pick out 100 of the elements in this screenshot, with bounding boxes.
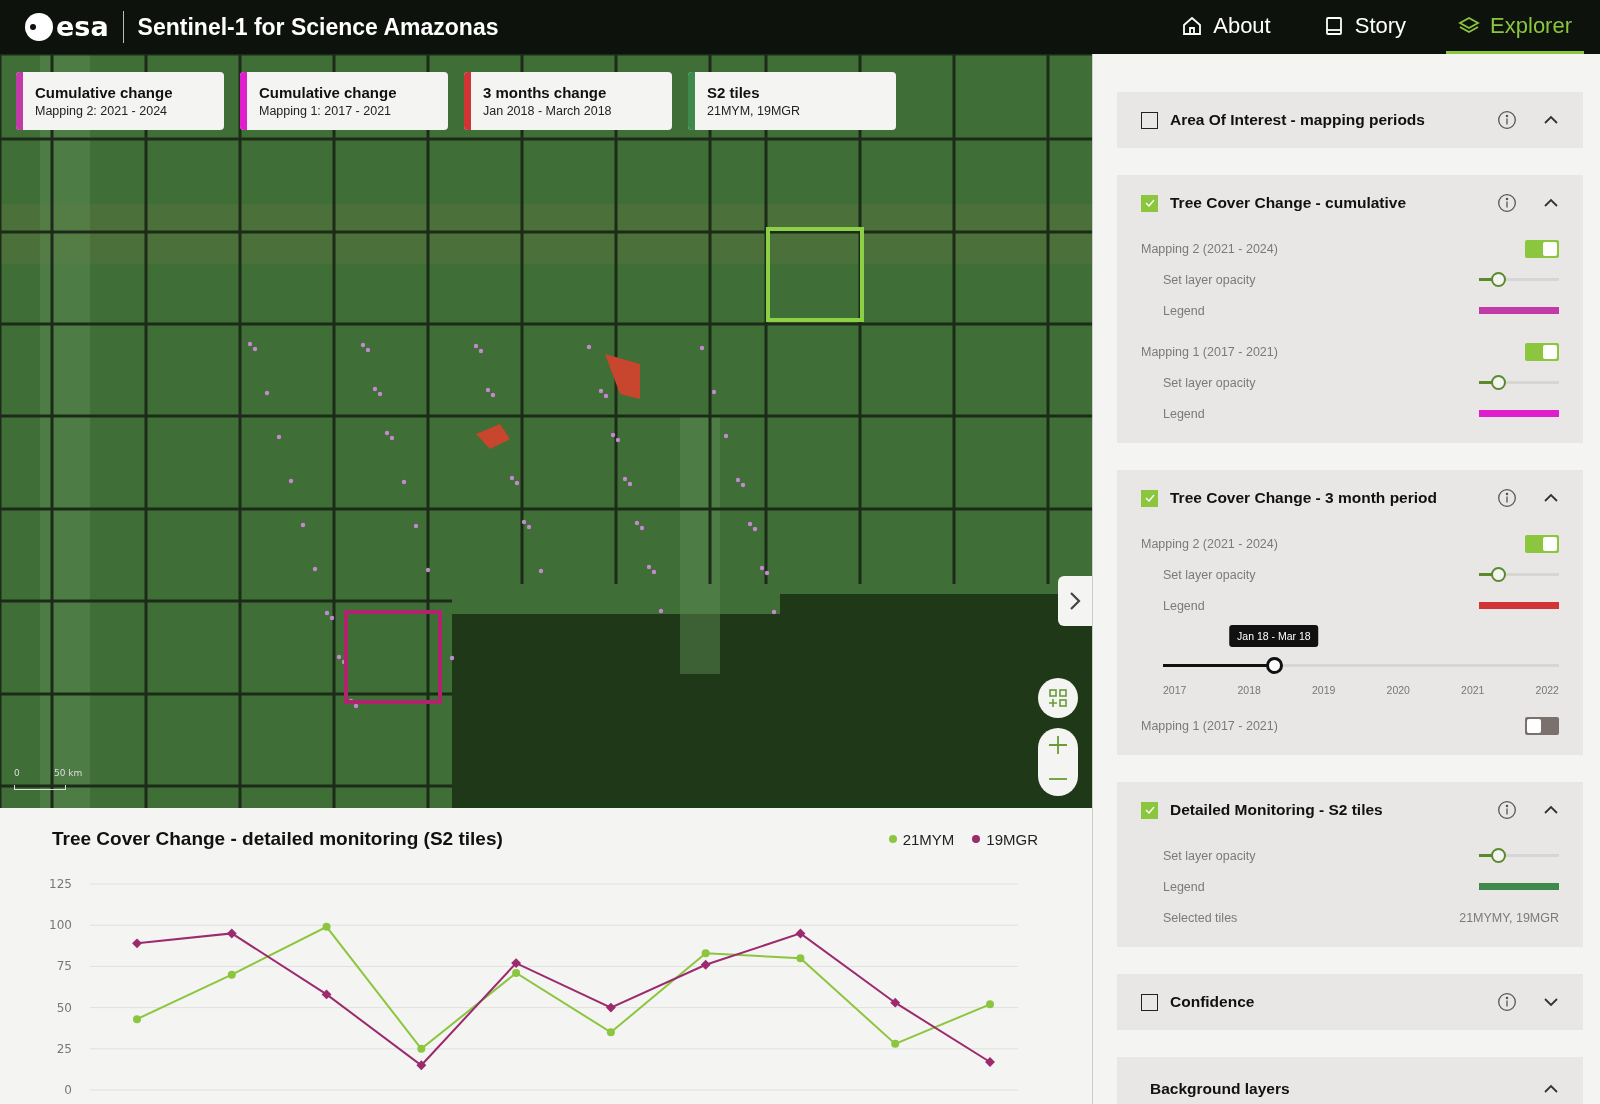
data-point — [417, 1044, 426, 1053]
nav-tab[interactable]: Story — [1310, 0, 1419, 54]
layer-label: Mapping 2 (2021 - 2024) — [1141, 241, 1278, 256]
section-title: Tree Cover Change - 3 month period — [1170, 489, 1438, 507]
data-point — [322, 922, 331, 931]
legend-label: Legend — [1163, 598, 1205, 613]
slider-thumb[interactable] — [1490, 374, 1506, 390]
y-tick-label: 25 — [56, 1041, 72, 1056]
legend-label: Legend — [1163, 879, 1205, 894]
slider-thumb[interactable] — [1490, 271, 1506, 287]
slider-thumb[interactable] — [1490, 566, 1506, 582]
chevron-up-icon[interactable] — [1543, 493, 1559, 503]
layer-label: Mapping 1 (2017 - 2021) — [1141, 344, 1278, 359]
home-icon — [1181, 14, 1204, 37]
checkbox[interactable] — [1141, 993, 1158, 1011]
layer-card[interactable]: Cumulative change Mapping 1: 2017 - 2021 — [240, 72, 448, 130]
chevron-up-icon[interactable] — [1543, 115, 1559, 125]
data-point — [796, 954, 805, 963]
section-title: Tree Cover Change - cumulative — [1170, 194, 1408, 212]
checkbox[interactable] — [1141, 111, 1158, 129]
checkbox[interactable] — [1141, 194, 1158, 212]
opacity-label: Set layer opacity — [1163, 848, 1256, 863]
layer-card[interactable]: S2 tiles 21MYM, 19MGR — [688, 72, 896, 130]
check-icon — [1143, 804, 1156, 816]
nav-tab[interactable]: About — [1169, 0, 1283, 54]
scale-bar — [14, 785, 66, 790]
info-icon[interactable] — [1497, 110, 1517, 130]
tiles-value: 21MYMY, 19MGR — [1459, 910, 1559, 925]
data-point — [701, 949, 710, 958]
checkbox[interactable] — [1141, 801, 1158, 819]
data-point — [226, 928, 237, 939]
data-point — [321, 989, 332, 1000]
chevron-up-icon[interactable] — [1543, 1084, 1559, 1094]
year-label: 2019 — [1312, 684, 1336, 696]
data-point — [985, 1057, 995, 1067]
section-title: Detailed Monitoring - S2 tiles — [1170, 801, 1384, 819]
data-point — [700, 959, 711, 970]
checkbox[interactable] — [1141, 489, 1158, 507]
section-title: Background layers — [1150, 1080, 1291, 1098]
card-subtitle: Jan 2018 - March 2018 — [483, 104, 613, 118]
app-title: Sentinel-1 for Science Amazonas — [137, 13, 499, 41]
data-point — [986, 1000, 994, 1009]
layer-label: Mapping 2 (2021 - 2024) — [1141, 536, 1278, 551]
card-title: 3 months change — [483, 84, 608, 101]
check-icon — [1143, 492, 1156, 504]
opacity-label: Set layer opacity — [1163, 567, 1256, 582]
chart-title: Tree Cover Change - detailed monitoring (S2 tiles) — [52, 828, 503, 850]
chevron-down-icon[interactable] — [1543, 997, 1559, 1007]
data-point — [227, 970, 236, 979]
year-label: 2022 — [1535, 684, 1559, 696]
legend-label: 19MGR — [986, 830, 1038, 848]
section-title: Confidence — [1170, 993, 1256, 1011]
y-tick-label: 75 — [56, 959, 72, 974]
logo-text: esa — [56, 11, 124, 43]
time-slider[interactable] — [1163, 657, 1559, 674]
legend-label: Legend — [1163, 406, 1205, 421]
info-icon[interactable] — [1497, 992, 1517, 1012]
chevron-up-icon[interactable] — [1543, 805, 1559, 815]
card-subtitle: Mapping 2: 2021 - 2024 — [35, 104, 169, 118]
legend-label: Legend — [1163, 303, 1205, 318]
toggle-switch[interactable] — [1525, 716, 1559, 735]
y-tick-label: 100 — [49, 918, 72, 933]
year-label: 2021 — [1461, 684, 1485, 696]
data-point — [890, 997, 901, 1008]
toggle-switch[interactable] — [1525, 534, 1559, 553]
scale-label: 0 — [14, 768, 20, 778]
y-tick-label: 50 — [56, 1000, 72, 1015]
data-point — [891, 1039, 900, 1048]
expand-button[interactable] — [1058, 576, 1092, 626]
info-icon[interactable] — [1497, 488, 1517, 508]
tiles-label: Selected tiles — [1163, 910, 1238, 925]
layer-label: Mapping 1 (2017 - 2021) — [1141, 718, 1278, 733]
info-icon[interactable] — [1497, 800, 1517, 820]
opacity-label: Set layer opacity — [1163, 272, 1256, 287]
data-point — [511, 958, 522, 969]
minus-icon — [1049, 778, 1067, 780]
data-point — [133, 1015, 141, 1024]
toggle-switch[interactable] — [1525, 239, 1559, 258]
card-title: S2 tiles — [707, 84, 761, 101]
card-title: Cumulative change — [259, 84, 398, 101]
grid-plus-icon — [1048, 688, 1068, 708]
logo-icon — [24, 12, 54, 42]
chevron-right-icon — [1068, 590, 1082, 612]
layer-card[interactable]: 3 months change Jan 2018 - March 2018 — [464, 72, 672, 130]
y-tick-label: 0 — [64, 1083, 72, 1097]
data-point — [605, 1002, 616, 1013]
chevron-up-icon[interactable] — [1543, 198, 1559, 208]
section-title: Area Of Interest - mapping periods — [1170, 111, 1426, 129]
y-tick-label: 125 — [49, 877, 72, 891]
layer-card[interactable]: Cumulative change Mapping 2: 2021 - 2024 — [16, 72, 224, 130]
toggle-switch[interactable] — [1525, 342, 1559, 361]
data-point — [795, 928, 806, 939]
legend-label: 21MYM — [902, 830, 955, 848]
plus-icon — [1049, 736, 1067, 754]
year-label: 2017 — [1163, 684, 1187, 696]
slider-thumb[interactable] — [1265, 657, 1283, 674]
slider-thumb[interactable] — [1490, 847, 1506, 863]
info-icon[interactable] — [1497, 193, 1517, 213]
opacity-label: Set layer opacity — [1163, 375, 1256, 390]
date-tooltip: Jan 18 - Mar 18 — [1229, 625, 1319, 647]
